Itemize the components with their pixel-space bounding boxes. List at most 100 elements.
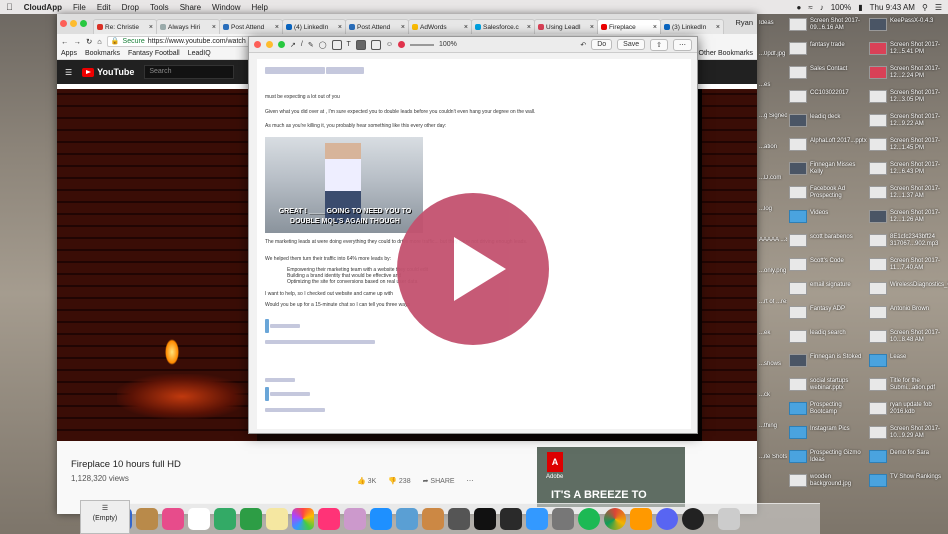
desktop-file-label[interactable]: ...0pdf.jpg: [759, 51, 787, 57]
close-tab-icon[interactable]: ×: [590, 24, 594, 31]
terminal-icon[interactable]: [474, 508, 496, 530]
close-tab-icon[interactable]: ×: [338, 24, 342, 31]
desktop-file[interactable]: Screen Shot 2017-10...8.48 AM: [869, 330, 948, 344]
desktop-file-label[interactable]: ...log: [759, 206, 787, 212]
bookmark-fantasy-football[interactable]: Fantasy Football: [128, 50, 180, 57]
menu-file[interactable]: File: [73, 3, 86, 12]
play-video-button[interactable]: [397, 193, 549, 345]
messages-icon[interactable]: [526, 508, 548, 530]
blur-tool-icon[interactable]: [355, 39, 366, 50]
desktop-file[interactable]: scott barabenos: [789, 234, 869, 247]
desktop-file[interactable]: Prospecting Gizmo Ideas: [789, 450, 869, 464]
desktop-file[interactable]: Scott's Code: [789, 258, 869, 271]
share-button[interactable]: ➦ SHARE: [423, 477, 455, 485]
desktop-file-label[interactable]: ...ation: [759, 144, 787, 150]
highlight-tool-icon[interactable]: [370, 39, 381, 50]
desktop-file[interactable]: Screen Shot 2017-12...1.26 AM: [869, 210, 948, 224]
desktop-file[interactable]: Screen Shot 2017-12...5.41 PM: [869, 42, 948, 56]
menu-edit[interactable]: Edit: [97, 3, 111, 12]
share-upload-icon[interactable]: ⇧: [650, 38, 668, 51]
browser-tab[interactable]: Always Hiri ×: [156, 19, 220, 34]
desktop-file[interactable]: social startups webinar.pptx: [789, 378, 869, 392]
more-options-icon[interactable]: ⋯: [673, 38, 692, 51]
desktop-file[interactable]: Prospecting Bootcamp: [789, 402, 869, 416]
back-icon[interactable]: ←: [61, 37, 69, 46]
chrome-icon[interactable]: [604, 508, 626, 530]
desktop-file-label[interactable]: Ideas: [759, 20, 787, 26]
line-tool-icon[interactable]: /: [301, 41, 303, 48]
desktop-file-label[interactable]: ...ek: [759, 330, 787, 336]
app-store-icon[interactable]: [370, 508, 392, 530]
clock[interactable]: Thu 9:43 AM: [870, 3, 915, 12]
youtube-search-input[interactable]: Search: [144, 65, 235, 79]
notes-icon[interactable]: [136, 508, 158, 530]
desktop-file[interactable]: Screen Shot 2017-12...3.05 PM: [869, 90, 948, 104]
desktop-file[interactable]: Screen Shot 2017-12...1.37 AM: [869, 186, 948, 200]
desktop-file[interactable]: Sales Contact: [789, 66, 869, 79]
desktop-file[interactable]: Screen Shot 2017-09...6.16 AM: [789, 18, 869, 32]
cloudapp-icon[interactable]: [682, 508, 704, 530]
menu-window[interactable]: Window: [212, 3, 240, 12]
youtube-logo[interactable]: YouTube: [82, 67, 134, 77]
desktop-file-label[interactable]: AAAAA ...8Q.png: [759, 237, 787, 243]
bookmark-leadiq[interactable]: LeadIQ: [188, 50, 211, 57]
volume-icon[interactable]: ♪: [820, 3, 824, 12]
cloud-icon[interactable]: [630, 508, 652, 530]
desktop-file-label[interactable]: ...shows: [759, 361, 787, 367]
minimize-window-icon[interactable]: [70, 20, 77, 27]
emoji-tool-icon[interactable]: ☺: [386, 41, 393, 48]
ellipse-tool-icon[interactable]: ◯: [319, 41, 327, 49]
desktop-file[interactable]: ryan update fob 2016.kdb: [869, 402, 948, 416]
menu-share[interactable]: Share: [180, 3, 201, 12]
close-tab-icon[interactable]: ×: [401, 24, 405, 31]
home-icon[interactable]: ⌂: [97, 37, 102, 46]
browser-tab[interactable]: Using LeadI ×: [534, 19, 598, 34]
desktop-file[interactable]: KeePassX-0.4.3: [869, 18, 948, 31]
close-tab-icon[interactable]: ×: [716, 24, 720, 31]
discord-icon[interactable]: [656, 508, 678, 530]
color-picker-icon[interactable]: [397, 41, 405, 48]
desktop-file[interactable]: Finnegan Misses Kelly: [789, 162, 869, 176]
browser-tab[interactable]: (3) LinkedIn ×: [660, 19, 724, 34]
apple-icon[interactable]: : [6, 2, 13, 12]
browser-tab[interactable]: AdWords ×: [408, 19, 472, 34]
desktop-file-label[interactable]: ...D.com: [759, 175, 787, 181]
desktop-file[interactable]: Finnegan is Stoked: [789, 354, 869, 367]
menu-help[interactable]: Help: [252, 3, 268, 12]
like-button[interactable]: 👍 3K: [357, 477, 376, 485]
desktop-file[interactable]: Antonio Brown: [869, 306, 948, 319]
bookmark-bookmarks[interactable]: Bookmarks: [85, 50, 120, 57]
wifi-icon[interactable]: ≈: [808, 3, 812, 12]
desktop-file[interactable]: WirelessDiagnostics_C02S...8.tar.gz: [869, 282, 948, 295]
bookmark-apps[interactable]: Apps: [61, 50, 77, 57]
desktop-file[interactable]: Instagram Pics: [789, 426, 869, 439]
desktop-file-label[interactable]: ...only.png: [759, 268, 787, 274]
arrow-tool-icon[interactable]: ↗: [290, 41, 296, 49]
text-tool-icon[interactable]: T: [347, 41, 351, 48]
tools-icon[interactable]: [214, 508, 236, 530]
rectangle-tool-icon[interactable]: [331, 39, 342, 50]
reload-icon[interactable]: ↻: [86, 37, 92, 46]
ibooks-icon[interactable]: [344, 508, 366, 530]
itunes-icon[interactable]: [162, 508, 184, 530]
desktop-file-label[interactable]: ...g Signed: [759, 113, 787, 119]
close-tab-icon[interactable]: ×: [527, 24, 531, 31]
desktop-file-label[interactable]: ...rt of ...ressions: [759, 299, 787, 305]
close-tab-icon[interactable]: ×: [149, 24, 153, 31]
desktop-file-label[interactable]: ...ck: [759, 392, 787, 398]
close-tab-icon[interactable]: ×: [212, 24, 216, 31]
stickies-icon[interactable]: [266, 508, 288, 530]
desktop-file[interactable]: leadiq search: [789, 330, 869, 343]
desktop-file-label[interactable]: ...ite Shots: [759, 454, 787, 460]
music-icon[interactable]: [318, 508, 340, 530]
mic-icon[interactable]: ●: [797, 3, 802, 12]
browser-tab-active[interactable]: Fireplace ×: [597, 19, 661, 34]
desktop-file[interactable]: Screen Shot 2017-12...6.43 PM: [869, 162, 948, 176]
archive-icon[interactable]: [422, 508, 444, 530]
desktop-file[interactable]: Screen Shot 2017-12...1.45 PM: [869, 138, 948, 152]
notification-icon[interactable]: ☰: [935, 3, 942, 12]
zoom-level[interactable]: 100%: [439, 41, 457, 48]
spotify-icon[interactable]: [578, 508, 600, 530]
dislike-button[interactable]: 👎 238: [388, 477, 410, 485]
desktop-file[interactable]: Screen Shot 2017-12...2.24 PM: [869, 66, 948, 80]
